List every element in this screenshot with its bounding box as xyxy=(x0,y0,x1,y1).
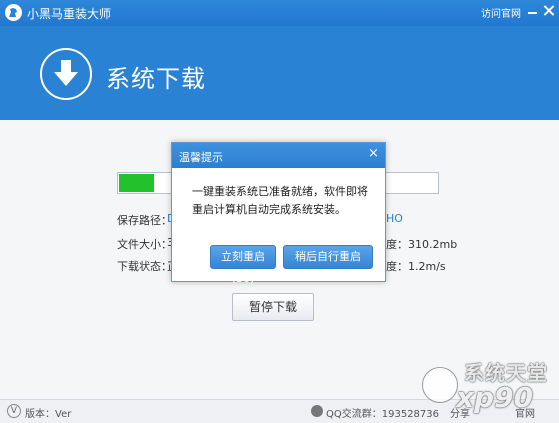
share-link[interactable]: 分享 xyxy=(450,405,470,420)
version-icon: V xyxy=(7,404,21,418)
horse-logo-icon xyxy=(5,4,22,21)
visit-site-link[interactable]: 访问官网 xyxy=(481,5,521,20)
download-arrow-icon xyxy=(40,48,92,100)
version-label: 版本：Ver xyxy=(25,409,72,420)
header-banner: 系统下载 xyxy=(0,26,559,120)
status-bar: V 版本：Ver QQ交流群：193528736 分享 官网 xyxy=(0,399,559,423)
dialog-close-icon[interactable]: × xyxy=(368,147,379,161)
dialog-title: 温馨提示 xyxy=(179,151,223,164)
watermark-text: 系统天堂 xyxy=(464,361,548,385)
qq-group-label[interactable]: QQ交流群：193528736 xyxy=(326,405,439,420)
official-site-link[interactable]: 官网 xyxy=(515,405,535,420)
progress-fill xyxy=(119,174,154,192)
download-status-label: 下载状态： xyxy=(117,260,172,273)
page-title: 系统下载 xyxy=(106,65,206,93)
download-progress-value: 度：310.2mb xyxy=(386,238,458,251)
title-bar: 小黑马重装大师 访问官网 xyxy=(0,0,559,26)
download-speed-value: 度：1.2m/s xyxy=(386,260,446,273)
file-size-label: 文件大小： xyxy=(117,238,172,251)
watermark-logo-icon xyxy=(422,367,458,403)
qq-icon xyxy=(311,405,323,417)
save-path-label: 保存路径： xyxy=(117,214,172,227)
restart-now-button[interactable]: 立刻重启(30) xyxy=(210,245,276,285)
dialog-message: 一键重装系统已准备就绪，软件即将重启计算机自动完成系统安装。 xyxy=(192,185,368,216)
notice-dialog: 温馨提示 × 一键重装系统已准备就绪，软件即将重启计算机自动完成系统安装。 立刻… xyxy=(171,142,386,285)
app-title: 小黑马重装大师 xyxy=(27,7,112,21)
save-path-value-end: HO xyxy=(386,212,403,225)
restart-later-button[interactable]: 稍后自行重启 xyxy=(283,245,373,269)
minimize-icon[interactable] xyxy=(527,5,539,17)
close-icon[interactable] xyxy=(543,5,555,17)
dialog-title-bar: 温馨提示 × xyxy=(172,143,385,168)
pause-download-button[interactable]: 暂停下载 xyxy=(232,293,314,321)
